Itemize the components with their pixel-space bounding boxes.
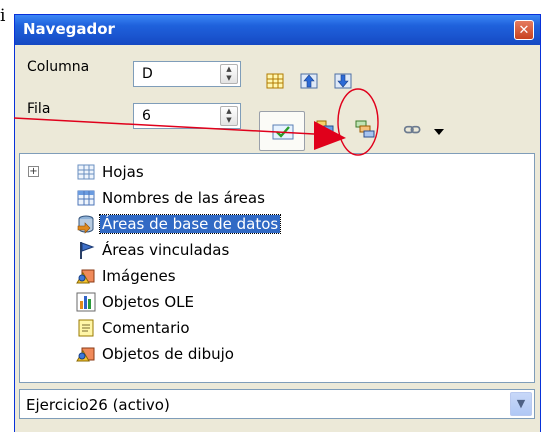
- tree-item-label: Objetos OLE: [102, 293, 195, 311]
- linked-areas-icon: [80, 242, 95, 259]
- images-icon: [76, 269, 95, 284]
- tree-item-label: Comentario: [102, 319, 190, 337]
- row-label: Fila: [27, 101, 51, 117]
- tree-item-label: Hojas: [102, 163, 144, 181]
- content-toggle-button[interactable]: [259, 111, 305, 151]
- drag-mode-icon[interactable]: [355, 119, 375, 139]
- tree-item[interactable]: + Hojas: [20, 161, 530, 183]
- document-select[interactable]: Ejercicio26 (activo) ▼: [19, 389, 535, 419]
- end-icon[interactable]: [333, 71, 353, 91]
- tree-item[interactable]: Áreas vinculadas: [20, 239, 530, 261]
- page-edge-text: i: [0, 6, 6, 26]
- tree-item-label: Imágenes: [102, 267, 176, 285]
- tree-item[interactable]: Áreas de base de datos: [20, 213, 530, 235]
- drawing-objects-icon: [76, 347, 95, 362]
- ole-objects-icon: [76, 292, 96, 312]
- comment-icon: [78, 319, 94, 337]
- row-value[interactable]: 6: [142, 108, 151, 124]
- row-spinbox[interactable]: 6 ▲ ▼: [133, 103, 241, 129]
- expand-icon[interactable]: +: [28, 166, 39, 177]
- tree-item[interactable]: Imágenes: [20, 265, 530, 287]
- tree-item[interactable]: Nombres de las áreas: [20, 187, 530, 209]
- column-spinbox[interactable]: D ▲ ▼: [133, 61, 241, 87]
- link-icon[interactable]: [403, 120, 423, 140]
- title-bar[interactable]: Navegador ✕: [15, 15, 540, 45]
- tree-item-label: Áreas vinculadas: [102, 241, 230, 259]
- tree-item[interactable]: Objetos de dibujo: [20, 343, 530, 365]
- column-spin-arrows[interactable]: ▲ ▼: [220, 64, 238, 84]
- column-value[interactable]: D: [142, 66, 153, 82]
- column-label: Columna: [27, 59, 90, 75]
- close-button[interactable]: ✕: [514, 20, 534, 40]
- range-names-icon: [77, 190, 95, 206]
- navigator-tree[interactable]: + Hojas Nombres de las áreas Áreas de base …: [19, 153, 535, 383]
- content-toggle-icon: [272, 124, 294, 140]
- scenarios-icon[interactable]: [315, 119, 335, 139]
- tree-item-label: Áreas de base de datos: [98, 214, 282, 234]
- start-icon[interactable]: [299, 71, 319, 91]
- navigator-window: Navegador ✕ Columna D ▲ ▼ Fila 6 ▲ ▼ + H…: [14, 14, 541, 432]
- sheets-icon: [77, 164, 95, 180]
- chevron-down-icon[interactable]: [429, 121, 449, 141]
- tree-item[interactable]: Objetos OLE: [20, 291, 530, 313]
- data-range-icon[interactable]: [265, 71, 285, 91]
- document-select-value[interactable]: Ejercicio26 (activo): [26, 396, 170, 414]
- database-ranges-icon: [77, 215, 94, 234]
- tree-item-label: Nombres de las áreas: [102, 189, 265, 207]
- tree-item[interactable]: Comentario: [20, 317, 530, 339]
- dropdown-arrow-icon[interactable]: ▼: [510, 392, 532, 416]
- window-title: Navegador: [23, 20, 115, 38]
- tree-item-label: Objetos de dibujo: [102, 345, 234, 363]
- row-spin-arrows[interactable]: ▲ ▼: [220, 106, 238, 126]
